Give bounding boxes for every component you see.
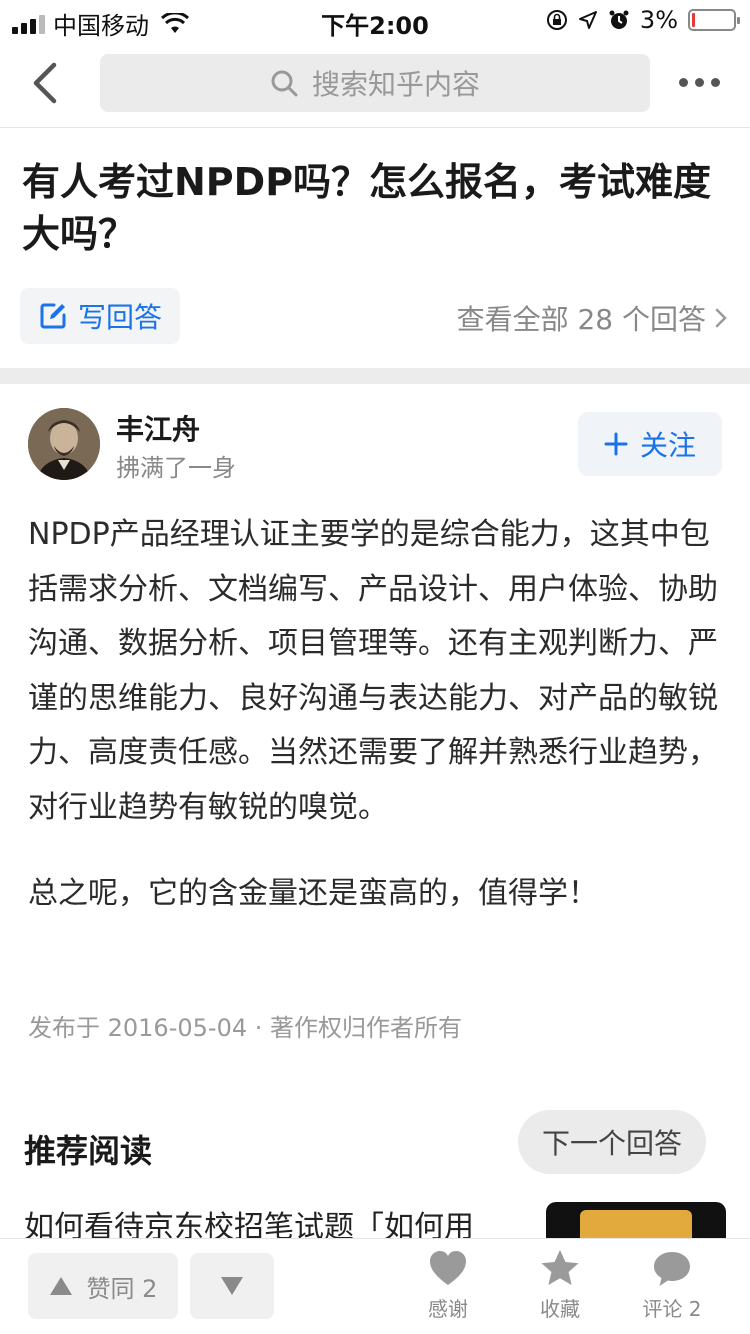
back-button[interactable] <box>22 60 68 106</box>
search-icon <box>271 70 298 97</box>
search-input[interactable]: 搜索知乎内容 <box>100 54 650 112</box>
next-answer-button[interactable]: 下一个回答 <box>518 1110 706 1174</box>
more-dot-icon <box>695 77 704 87</box>
more-options-button[interactable] <box>679 70 720 94</box>
location-icon <box>578 11 597 29</box>
answer-paragraph: 总之呢，它的含金量还是蛮高的，值得学！ <box>28 876 598 911</box>
star-icon <box>541 1250 579 1285</box>
heart-icon <box>430 1251 466 1285</box>
write-answer-button[interactable]: 写回答 <box>20 288 180 344</box>
follow-label: 关注 <box>639 429 696 462</box>
battery-percent: 3% <box>639 6 678 34</box>
view-all-answers-link[interactable]: 查看全部 28 个回答 <box>457 298 728 338</box>
author-name[interactable]: 丰江舟 <box>116 408 200 448</box>
triangle-down-icon <box>221 1277 243 1295</box>
comment-button[interactable]: 评论 2 <box>624 1249 720 1322</box>
top-nav: 搜索知乎内容 <box>0 40 750 128</box>
search-placeholder: 搜索知乎内容 <box>311 68 480 101</box>
section-divider <box>0 368 750 384</box>
avatar[interactable] <box>28 408 100 480</box>
alarm-icon <box>609 10 629 29</box>
answer-body: NPDP产品经理认证主要学的是综合能力，这其中包括需求分析、文档编写、产品设计、… <box>28 508 728 922</box>
vote-up-button[interactable]: 赞同 2 <box>28 1253 178 1319</box>
follow-button[interactable]: 关注 <box>578 412 722 476</box>
next-answer-label: 下一个回答 <box>541 1127 682 1160</box>
author-bio: 拂满了一身 <box>116 454 236 482</box>
answer-paragraph: NPDP产品经理认证主要学的是综合能力，这其中包括需求分析、文档编写、产品设计、… <box>28 517 718 825</box>
publish-meta: 发布于 2016-05-04 · 著作权归作者所有 <box>28 1014 462 1042</box>
vote-down-button[interactable] <box>190 1253 274 1319</box>
more-dot-icon <box>679 77 688 87</box>
plus-icon <box>604 432 628 456</box>
back-arrow-icon <box>33 62 57 104</box>
view-all-answers-label: 查看全部 28 个回答 <box>456 303 706 336</box>
recommend-title: 推荐阅读 <box>24 1132 153 1170</box>
question-title[interactable]: 有人考过NPDP吗？怎么报名，考试难度大吗？ <box>22 156 732 260</box>
status-right: 3% <box>546 6 740 34</box>
comment-bubble-icon <box>654 1252 690 1286</box>
triangle-up-icon <box>49 1277 72 1295</box>
bottom-action-bar: 赞同 2 感谢 收藏 评论 2 <box>0 1238 750 1334</box>
collect-label: 收藏 <box>540 1297 580 1321</box>
battery-icon <box>688 9 740 31</box>
more-dot-icon <box>711 77 720 87</box>
comment-label: 评论 2 <box>642 1297 702 1321</box>
chevron-right-icon <box>715 308 727 328</box>
write-answer-label: 写回答 <box>77 301 162 334</box>
collect-button[interactable]: 收藏 <box>512 1249 608 1322</box>
edit-icon <box>40 303 66 329</box>
rotation-lock-icon <box>546 10 567 30</box>
avatar-portrait-icon <box>28 408 100 480</box>
thanks-button[interactable]: 感谢 <box>400 1249 496 1322</box>
vote-up-label: 赞同 2 <box>86 1274 158 1303</box>
status-bar: 中国移动 下午2:00 3% <box>0 0 750 40</box>
thanks-label: 感谢 <box>428 1297 468 1321</box>
